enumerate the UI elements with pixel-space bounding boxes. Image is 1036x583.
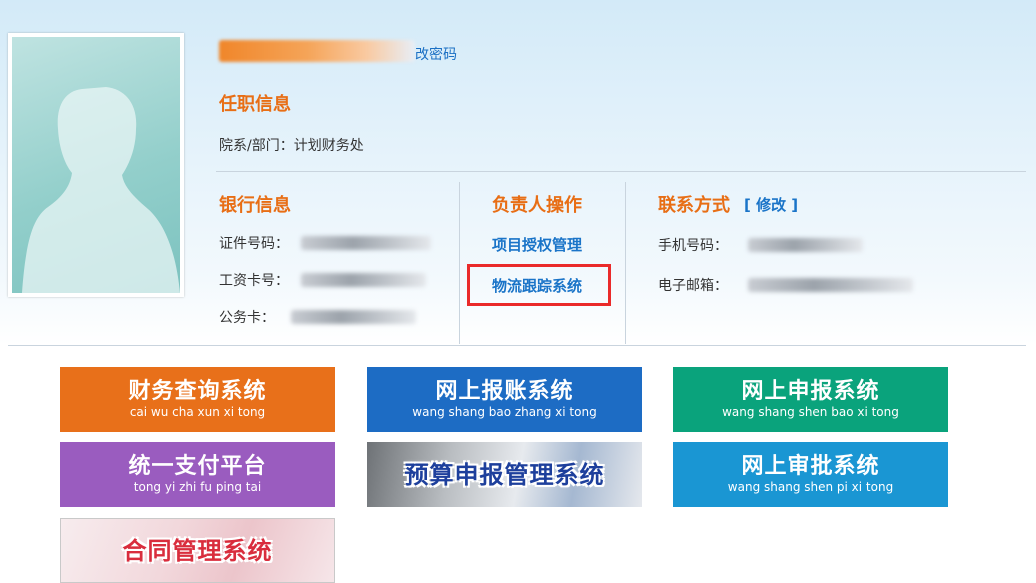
tile-online-reimbursement[interactable]: 网上报账系统 wang shang bao zhang xi tong <box>367 367 642 432</box>
id-number-redacted <box>301 236 431 250</box>
tile-finance-query-title: 财务查询系统 <box>128 379 267 404</box>
divider-vertical-2 <box>625 182 626 344</box>
department-text: 院系/部门：计划财务处 <box>219 138 364 154</box>
avatar-silhouette <box>12 37 180 293</box>
email-label: 电子邮箱： <box>658 278 728 294</box>
highlight-box <box>467 264 611 306</box>
mobile-label: 手机号码： <box>658 238 728 254</box>
mobile-row: 手机号码： <box>658 235 863 255</box>
user-name-redacted <box>219 40 415 62</box>
tile-online-reimbursement-pinyin: wang shang bao zhang xi tong <box>412 405 597 419</box>
official-card-row: 公务卡： <box>219 307 416 327</box>
tile-online-approval[interactable]: 网上审批系统 wang shang shen pi xi tong <box>673 442 948 507</box>
tile-unified-payment-pinyin: tong yi zhi fu ping tai <box>133 480 262 494</box>
tile-online-approval-title: 网上审批系统 <box>741 454 880 479</box>
tile-unified-payment[interactable]: 统一支付平台 tong yi zhi fu ping tai <box>60 442 335 507</box>
mobile-redacted <box>748 238 863 252</box>
user-center-page: 改密码 任职信息 院系/部门：计划财务处 银行信息 证件号码： 工资卡号： 公务… <box>0 0 1036 583</box>
id-number-label: 证件号码： <box>219 236 289 252</box>
tile-online-declaration-title: 网上申报系统 <box>741 379 880 404</box>
divider-bottom <box>8 345 1026 346</box>
edit-contact-link[interactable]: [ 修改 ] <box>744 194 798 215</box>
bank-info-title: 银行信息 <box>219 195 291 216</box>
contact-title: 联系方式 <box>658 195 730 216</box>
salary-card-row: 工资卡号： <box>219 270 426 290</box>
salary-card-label: 工资卡号： <box>219 273 289 289</box>
tile-online-declaration-pinyin: wang shang shen bao xi tong <box>722 405 899 419</box>
tile-contract-management[interactable]: 合同管理系统 <box>60 518 335 583</box>
id-number-row: 证件号码： <box>219 233 431 253</box>
tile-unified-payment-title: 统一支付平台 <box>128 454 267 479</box>
official-card-redacted <box>291 310 416 324</box>
divider-vertical-1 <box>459 182 460 344</box>
tile-budget-declaration-title: 预算申报管理系统 <box>404 460 605 489</box>
tile-budget-declaration[interactable]: 预算申报管理系统 <box>367 442 642 507</box>
avatar <box>8 33 184 297</box>
email-redacted <box>748 278 913 292</box>
tile-online-declaration[interactable]: 网上申报系统 wang shang shen bao xi tong <box>673 367 948 432</box>
contact-title-row: 联系方式 [ 修改 ] <box>658 191 798 217</box>
tile-finance-query-pinyin: cai wu cha xun xi tong <box>129 405 266 419</box>
tile-finance-query[interactable]: 财务查询系统 cai wu cha xun xi tong <box>60 367 335 432</box>
job-info-title: 任职信息 <box>219 94 291 115</box>
email-row: 电子邮箱： <box>658 275 913 295</box>
official-card-label: 公务卡： <box>219 310 275 326</box>
change-password-link[interactable]: 改密码 <box>415 44 457 64</box>
project-auth-link[interactable]: 项目授权管理 <box>492 234 582 255</box>
salary-card-redacted <box>301 273 426 287</box>
tile-online-reimbursement-title: 网上报账系统 <box>435 379 574 404</box>
tile-contract-management-title: 合同管理系统 <box>122 536 273 565</box>
tile-online-approval-pinyin: wang shang shen pi xi tong <box>727 480 894 494</box>
manager-ops-title: 负责人操作 <box>492 195 582 216</box>
divider-top <box>216 171 1026 172</box>
